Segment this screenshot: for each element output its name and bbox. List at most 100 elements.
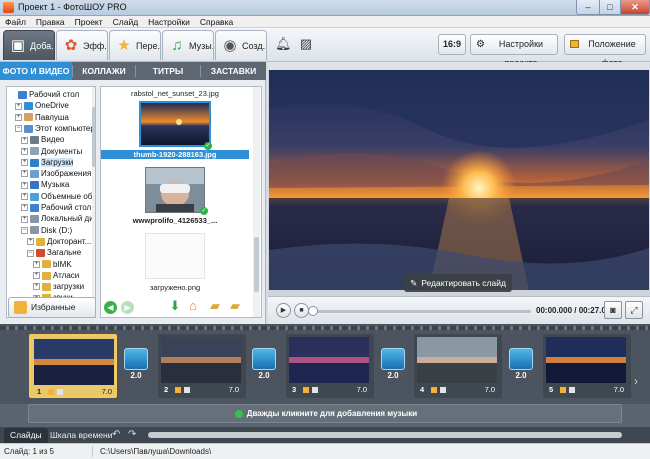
tree-node[interactable]: + Музыка [21,180,69,190]
timeline-slide[interactable]: 4 7.0 [414,334,502,398]
tree-expander-icon[interactable]: − [27,249,34,257]
tree-expander-icon[interactable]: + [15,113,22,121]
fullscreen-icon[interactable]: ⤢ [625,301,643,319]
slide-sound-icon[interactable] [312,387,318,393]
transition-tile[interactable]: 2.0 [122,348,150,384]
tree-expander-icon[interactable]: + [21,204,28,212]
file-name[interactable]: rabstol_net_sunset_23.jpg [101,89,249,98]
file-name[interactable]: wwwprolifo_4126533_... [101,216,249,225]
slide-edit-icon[interactable] [303,387,309,393]
file-name-selected[interactable]: thumb-1920-288163.jpg [101,150,249,159]
play-button[interactable]: ▶ [276,303,291,318]
undo-icon[interactable]: ↶ [112,429,120,441]
tree-node[interactable]: + Локальный ди... [21,214,95,224]
tab-timeline[interactable]: Шкала времени [44,428,118,443]
transition-tile[interactable]: 2.0 [250,348,278,384]
project-settings-button[interactable]: ⚙ Настройки проекта [470,34,558,68]
seek-handle[interactable] [308,306,318,316]
tree-expander-icon[interactable]: + [15,102,22,110]
tree-expander-icon[interactable]: + [21,193,28,201]
tree-node[interactable]: + Документы [21,147,82,157]
home-icon[interactable]: ⌂ [186,298,200,314]
back-arrow-icon[interactable]: ◀ [104,301,117,314]
redo-icon[interactable]: ↷ [128,429,136,441]
tab-add[interactable]: ▣ Доба... [3,30,55,60]
down-arrow-icon[interactable]: ⬇ [168,298,182,314]
tree-expander-icon[interactable]: + [33,260,40,268]
menu-slide[interactable]: Слайд [108,16,144,28]
maximize-button[interactable]: □ [599,0,621,15]
tree-node[interactable]: + Павлуша [15,113,69,123]
forward-arrow-icon[interactable]: ▶ [121,301,134,314]
tree-node[interactable]: + Атласи [33,271,79,281]
tree-node[interactable]: + Загрузки [21,157,74,168]
tab-music[interactable]: ♫ Музы... [162,30,214,60]
file-thumbnail-vr[interactable] [145,167,205,213]
slide-edit-icon[interactable] [175,387,181,393]
tree-expander-icon[interactable]: + [21,215,28,223]
timeline-slide[interactable]: 2 7.0 [158,334,246,398]
tree-expander-icon[interactable]: − [15,125,22,133]
slide-sound-icon[interactable] [440,387,446,393]
tree-scrollbar[interactable] [92,87,95,317]
timeline-scrollbar[interactable] [148,432,622,438]
tree-node[interactable]: + Изображения [21,169,91,179]
tree-node[interactable]: + Рабочий стол [21,203,91,213]
menu-edit[interactable]: Правка [31,16,70,28]
tab-transitions[interactable]: ★ Пере... [109,30,161,60]
menu-project[interactable]: Проект [70,16,108,28]
subtab-titles[interactable]: ТИТРЫ [136,62,200,80]
stop-button[interactable]: ■ [294,303,309,318]
minimize-button[interactable]: – [576,0,600,15]
tree-scroll-thumb[interactable] [92,107,95,167]
snapshot-camera-icon[interactable]: ◙ [604,301,622,319]
tree-expander-icon[interactable]: + [21,136,28,144]
tree-expander-icon[interactable]: + [33,283,40,291]
tree-expander-icon[interactable]: + [21,159,28,167]
tab-slides[interactable]: Слайды [4,428,48,443]
slide-sound-icon[interactable] [184,387,190,393]
tree-node[interactable]: + Объемные об... [21,192,95,202]
tree-node[interactable]: + Докторант... [27,237,91,247]
thumbnails-scrollbar[interactable] [253,87,260,317]
picture-icon[interactable]: ▨ [298,36,314,52]
aspect-ratio-button[interactable]: 16:9 [438,34,466,55]
menu-file[interactable]: Файл [0,16,31,28]
timeline-slide[interactable]: 1 7.0 [29,334,117,398]
file-name[interactable]: загружено.png [101,283,249,292]
tree-expander-icon[interactable]: + [21,147,28,155]
file-thumbnail-sunset[interactable] [139,101,211,147]
tree-expander-icon[interactable]: − [21,226,28,234]
tree-node[interactable]: + Видео [21,135,64,145]
menu-help[interactable]: Справка [195,16,238,28]
transition-tile[interactable]: 2.0 [507,348,535,384]
folder-add-icon[interactable]: ▰ [208,298,222,314]
close-button[interactable]: ✕ [620,0,650,15]
tree-expander-icon[interactable]: + [21,181,28,189]
photo-position-button[interactable]: Положение фото [564,34,646,68]
tree-expander-icon[interactable]: + [27,238,34,246]
seek-track[interactable] [313,310,531,313]
timeline-slide[interactable]: 3 7.0 [286,334,374,398]
tree-node[interactable]: − Этот компьютер [15,124,95,134]
favorite-folders-button[interactable]: Избранные папки [8,297,96,331]
timeline-slide[interactable]: 5 7.0 [543,334,631,398]
tree-node[interactable]: − Загальне [27,248,81,258]
folder-tree[interactable]: Рабочий стол + OneDrive + Павлуша − Этот компь… [6,86,96,318]
subtab-collages[interactable]: КОЛЛАЖИ [73,62,135,80]
tree-node[interactable]: Рабочий стол [9,90,79,100]
slide-sound-icon[interactable] [569,387,575,393]
tab-create[interactable]: ◉ Созд... [215,30,267,60]
transition-tile[interactable]: 2.0 [379,348,407,384]
tree-node[interactable]: + загрузки [33,282,84,292]
timeline-next-arrow-icon[interactable]: › [634,374,638,388]
tree-node[interactable]: − Disk (D:) [21,226,72,236]
tree-expander-icon[interactable]: + [33,272,40,280]
music-track[interactable]: Дважды кликните для добавления музыки [28,404,622,423]
tree-node[interactable]: + bIMK [33,260,72,270]
bell-icon[interactable]: 🔔︎ [275,36,292,52]
thumbnails-scroll-thumb[interactable] [254,237,259,292]
subtab-photo-video[interactable]: ФОТО И ВИДЕО [0,62,72,80]
slide-sound-icon[interactable] [57,389,63,395]
preview-stage[interactable] [269,70,649,290]
